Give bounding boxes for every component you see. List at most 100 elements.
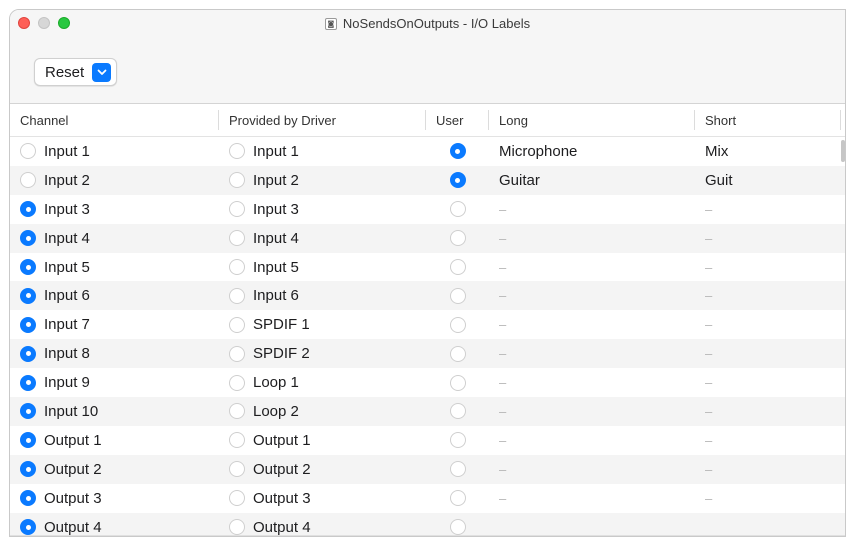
channel-radio[interactable] <box>20 519 36 536</box>
driver-cell[interactable]: Loop 2 <box>219 397 426 426</box>
user-radio[interactable] <box>449 259 466 275</box>
driver-radio[interactable] <box>229 461 245 478</box>
channel-cell[interactable]: Input 7 <box>10 310 219 339</box>
driver-radio[interactable] <box>229 490 245 507</box>
column-header-user[interactable]: User <box>426 110 489 130</box>
table-row[interactable]: Input 9 Loop 1 – – <box>10 368 845 397</box>
table-row[interactable]: Input 3 Input 3 – – <box>10 195 845 224</box>
table-row[interactable]: Input 1 Input 1 Microphone Mix <box>10 137 845 166</box>
user-radio[interactable] <box>449 316 466 333</box>
short-name-cell[interactable]: – <box>695 484 841 513</box>
channel-cell[interactable]: Output 4 <box>10 513 219 536</box>
driver-cell[interactable]: Input 2 <box>219 166 426 195</box>
channel-cell[interactable]: Input 6 <box>10 281 219 310</box>
column-header-long[interactable]: Long <box>489 110 695 130</box>
channel-cell[interactable]: Output 1 <box>10 426 219 455</box>
user-radio[interactable] <box>449 172 466 189</box>
long-name-cell[interactable] <box>489 513 695 536</box>
channel-radio[interactable] <box>20 172 36 189</box>
long-name-cell[interactable]: – <box>489 455 695 484</box>
channel-radio[interactable] <box>20 201 36 218</box>
channel-radio[interactable] <box>20 490 36 507</box>
driver-cell[interactable]: Input 6 <box>219 281 426 310</box>
user-radio[interactable] <box>449 143 466 160</box>
user-cell[interactable] <box>426 281 489 310</box>
driver-cell[interactable]: Input 4 <box>219 224 426 253</box>
user-radio[interactable] <box>449 287 466 304</box>
channel-cell[interactable]: Input 4 <box>10 224 219 253</box>
channel-radio[interactable] <box>20 461 36 478</box>
table-row[interactable]: Output 1 Output 1 – – <box>10 426 845 455</box>
driver-radio[interactable] <box>229 316 245 333</box>
minimize-window-button[interactable] <box>38 17 50 29</box>
channel-cell[interactable]: Input 5 <box>10 253 219 282</box>
short-name-cell[interactable]: – <box>695 253 841 282</box>
channel-cell[interactable]: Output 3 <box>10 484 219 513</box>
short-name-cell[interactable]: – <box>695 455 841 484</box>
user-cell[interactable] <box>426 397 489 426</box>
short-name-cell[interactable]: – <box>695 224 841 253</box>
driver-radio[interactable] <box>229 287 245 304</box>
zoom-window-button[interactable] <box>58 17 70 29</box>
long-name-cell[interactable]: Microphone <box>489 137 695 166</box>
channel-cell[interactable]: Input 8 <box>10 339 219 368</box>
user-cell[interactable] <box>426 195 489 224</box>
driver-radio[interactable] <box>229 230 245 247</box>
table-row[interactable]: Input 10 Loop 2 – – <box>10 397 845 426</box>
driver-radio[interactable] <box>229 403 245 420</box>
user-cell[interactable] <box>426 513 489 536</box>
long-name-cell[interactable]: – <box>489 195 695 224</box>
user-cell[interactable] <box>426 339 489 368</box>
user-radio[interactable] <box>449 403 466 420</box>
column-header-short[interactable]: Short <box>695 110 841 130</box>
long-name-cell[interactable]: – <box>489 253 695 282</box>
table-row[interactable]: Input 8 SPDIF 2 – – <box>10 339 845 369</box>
driver-cell[interactable]: Input 3 <box>219 195 426 224</box>
long-name-cell[interactable]: Guitar <box>489 166 695 195</box>
driver-radio[interactable] <box>229 345 245 362</box>
channel-cell[interactable]: Output 2 <box>10 455 219 484</box>
channel-cell[interactable]: Input 9 <box>10 368 219 397</box>
table-row[interactable]: Input 4 Input 4 – – <box>10 223 845 253</box>
chevron-down-icon[interactable] <box>92 62 112 82</box>
user-cell[interactable] <box>426 368 489 397</box>
user-cell[interactable] <box>426 484 489 513</box>
long-name-cell[interactable]: – <box>489 484 695 513</box>
table-row[interactable]: Output 2 Output 2 – – <box>10 454 845 484</box>
user-radio[interactable] <box>449 201 466 218</box>
driver-cell[interactable]: Output 1 <box>219 426 426 455</box>
long-name-cell[interactable]: – <box>489 281 695 310</box>
user-radio[interactable] <box>449 461 466 478</box>
channel-cell[interactable]: Input 3 <box>10 195 219 224</box>
driver-radio[interactable] <box>229 172 245 189</box>
short-name-cell[interactable]: – <box>695 339 841 368</box>
driver-cell[interactable]: Loop 1 <box>219 368 426 397</box>
user-radio[interactable] <box>449 519 466 536</box>
table-row[interactable]: Output 4 Output 4 <box>10 512 845 536</box>
close-window-button[interactable] <box>18 17 30 29</box>
column-header-provided-by-driver[interactable]: Provided by Driver <box>219 110 426 130</box>
short-name-cell[interactable]: Guit <box>695 166 841 195</box>
short-name-cell[interactable]: – <box>695 397 841 426</box>
vertical-scrollbar[interactable] <box>841 140 845 162</box>
driver-radio[interactable] <box>229 519 245 536</box>
user-cell[interactable] <box>426 166 489 195</box>
table-row[interactable]: Output 3 Output 3 – – <box>10 484 845 513</box>
user-radio[interactable] <box>449 374 466 391</box>
long-name-cell[interactable]: – <box>489 224 695 253</box>
channel-radio[interactable] <box>20 259 36 275</box>
driver-cell[interactable]: Input 5 <box>219 253 426 282</box>
driver-cell[interactable]: Input 1 <box>219 137 426 166</box>
driver-cell[interactable]: SPDIF 2 <box>219 339 426 368</box>
channel-radio[interactable] <box>20 143 36 160</box>
long-name-cell[interactable]: – <box>489 426 695 455</box>
user-cell[interactable] <box>426 253 489 282</box>
channel-radio[interactable] <box>20 403 36 420</box>
driver-radio[interactable] <box>229 143 245 160</box>
long-name-cell[interactable]: – <box>489 368 695 397</box>
channel-radio[interactable] <box>20 230 36 247</box>
user-radio[interactable] <box>449 490 466 507</box>
short-name-cell[interactable] <box>695 513 841 536</box>
table-row[interactable]: Input 6 Input 6 – – <box>10 281 845 311</box>
long-name-cell[interactable]: – <box>489 339 695 368</box>
